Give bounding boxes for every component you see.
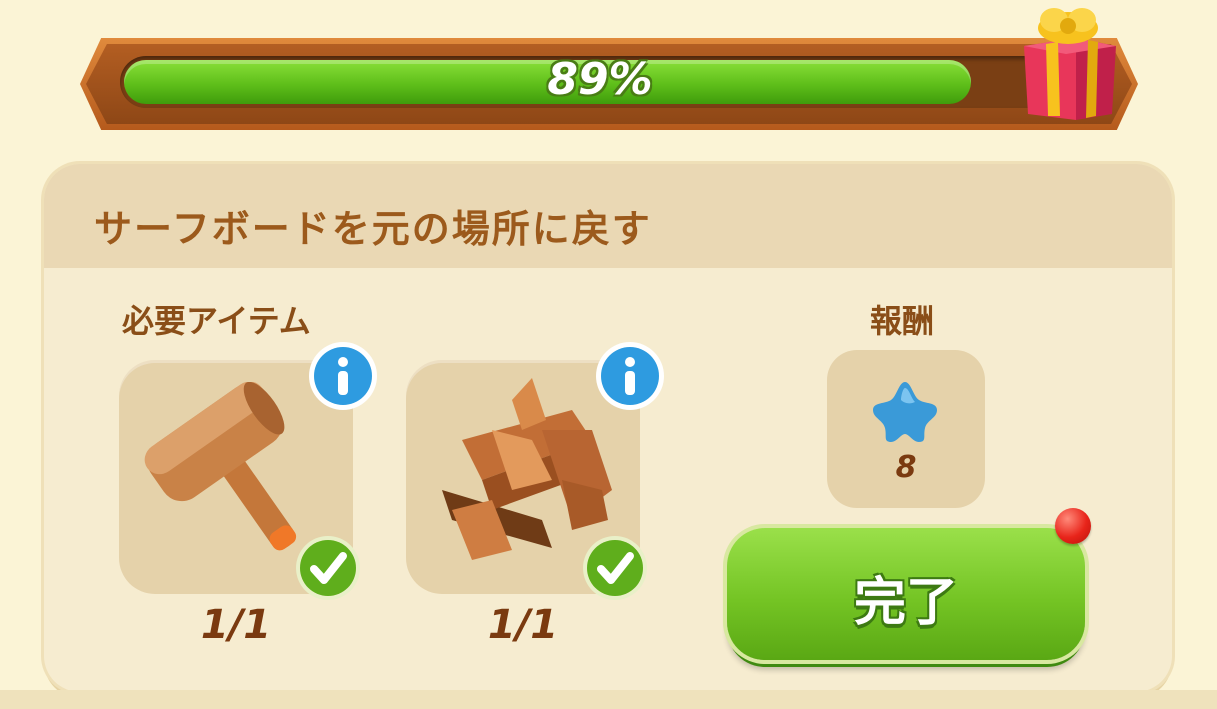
check-icon <box>583 536 647 600</box>
reward-label: 報酬 <box>870 302 935 340</box>
complete-button[interactable]: 完了 <box>727 528 1085 660</box>
progress-track: 89% <box>120 54 1080 108</box>
progress-percent: 89% <box>547 54 653 105</box>
gift-icon[interactable] <box>1016 2 1122 126</box>
item-count-1: 1/1 <box>200 602 272 648</box>
notification-dot <box>1055 508 1091 544</box>
task-panel: サーフボードを元の場所に戻す 必要アイテム 1/1 1/1 報酬 8 完了 <box>44 164 1172 692</box>
reward-slot: 8 <box>827 350 985 508</box>
bottom-strip <box>0 690 1217 709</box>
reward-amount: 8 <box>895 450 917 485</box>
item-count-2: 1/1 <box>487 602 559 648</box>
required-items-label: 必要アイテム <box>122 302 311 340</box>
task-title: サーフボードを元の場所に戻す <box>94 207 652 251</box>
blue-star-icon <box>873 382 937 442</box>
info-icon[interactable] <box>594 340 666 412</box>
task-header: サーフボードを元の場所に戻す <box>44 164 1172 268</box>
progress-bar: 89% <box>80 38 1138 130</box>
complete-button-label: 完了 <box>853 573 958 633</box>
info-icon[interactable] <box>307 340 379 412</box>
check-icon <box>296 536 360 600</box>
